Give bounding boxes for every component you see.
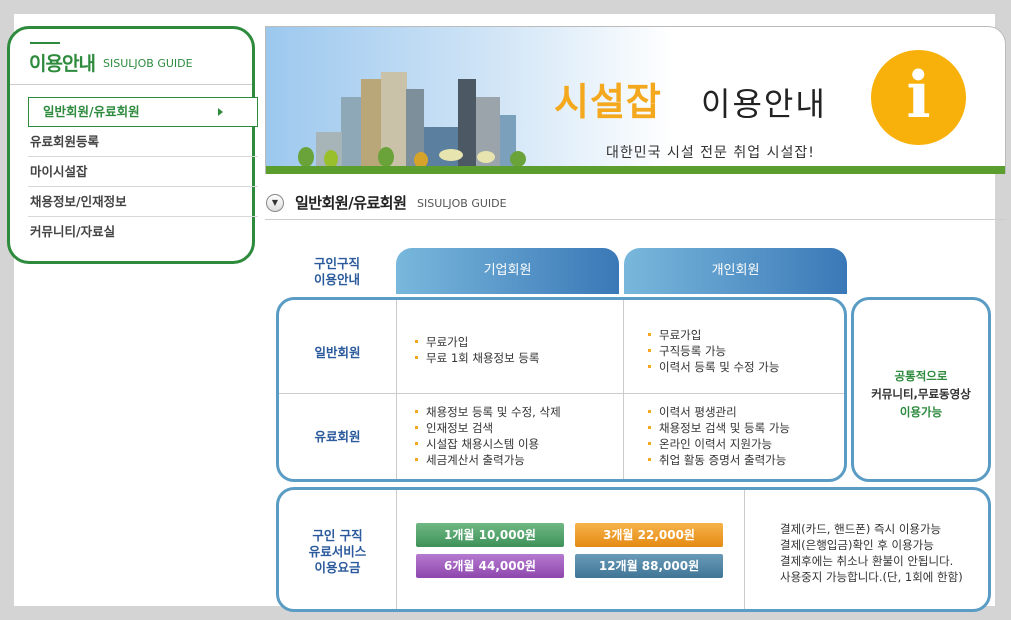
payment-note: 결제(카드, 핸드폰) 즉시 이용가능 bbox=[780, 522, 942, 536]
sidebar-item-paid-registration[interactable]: 유료회원등록 bbox=[28, 127, 258, 157]
guide-banner: 시설잡 이용안내 대한민국 시설 전문 취업 시설잡! i bbox=[265, 26, 1006, 174]
header-label-line2: 이용안내 bbox=[313, 272, 360, 287]
plan-1-month-button[interactable]: 1개월 10,000원 bbox=[416, 523, 564, 547]
pricing-label-line3: 이용요금 bbox=[314, 560, 361, 575]
row-label-general: 일반회원 bbox=[314, 345, 361, 360]
info-icon: i bbox=[871, 50, 966, 145]
section-title: 일반회원/유료회원 bbox=[295, 194, 407, 212]
common-line1: 공통적으로 bbox=[894, 369, 948, 383]
sidebar-item-my-sisuljob[interactable]: 마이시설잡 bbox=[28, 157, 258, 187]
column-divider bbox=[396, 300, 397, 479]
pricing-label-line1: 구인 구직 bbox=[312, 528, 363, 543]
common-line2: 커뮤니티,무료동영상 bbox=[871, 387, 971, 401]
sidebar-item-general-paid[interactable]: 일반회원/유료회원 bbox=[28, 97, 258, 127]
list-item: 온라인 이력서 지원가능 bbox=[648, 436, 790, 452]
banner-ground-strip bbox=[266, 166, 1005, 174]
pricing-table: 구인 구직 유료서비스 이용요금 1개월 10,000원 3개월 22,000원… bbox=[276, 487, 991, 612]
list-item: 구직등록 가능 bbox=[648, 343, 779, 359]
sidebar-item-label: 채용정보/인재정보 bbox=[30, 194, 127, 209]
list-item: 시설잡 채용시스템 이용 bbox=[415, 436, 561, 452]
payment-note: 사용중지 가능합니다.(단, 1회에 한함) bbox=[780, 570, 963, 584]
tab-corporate-member: 기업회원 bbox=[396, 248, 619, 294]
payment-note: 결제(은행입금)확인 후 이용가능 bbox=[780, 538, 934, 552]
city-skyline-illustration bbox=[298, 72, 526, 168]
guide-table-header-label: 구인구직 이용안내 bbox=[296, 256, 378, 288]
sidebar-accent-bar bbox=[30, 42, 60, 44]
tab-individual-member: 개인회원 bbox=[624, 248, 847, 294]
general-individual-list: 무료가입 구직등록 가능 이력서 등록 및 수정 가능 bbox=[648, 327, 779, 375]
list-item: 취업 활동 증명서 출력가능 bbox=[648, 452, 790, 468]
list-item: 무료가입 bbox=[415, 334, 540, 350]
section-subtitle: SISULJOB GUIDE bbox=[417, 197, 507, 210]
membership-table: 일반회원 무료가입 무료 1회 채용정보 등록 무료가입 구직등록 가능 이력서… bbox=[276, 297, 847, 482]
list-item: 세금계산서 출력가능 bbox=[415, 452, 561, 468]
plan-6-month-button[interactable]: 6개월 44,000원 bbox=[416, 554, 564, 578]
row-divider bbox=[279, 393, 844, 394]
list-item: 채용정보 검색 및 등록 가능 bbox=[648, 420, 790, 436]
sidebar-item-label: 커뮤니티/자료실 bbox=[30, 224, 116, 239]
info-icon-glyph: i bbox=[906, 58, 931, 133]
sidebar-item-label: 일반회원/유료회원 bbox=[43, 104, 140, 119]
paid-corporate-list: 채용정보 등록 및 수정, 삭제 인재정보 검색 시설잡 채용시스템 이용 세금… bbox=[415, 404, 561, 468]
sidebar-item-label: 마이시설잡 bbox=[30, 164, 88, 179]
common-benefits-box: 공통적으로 커뮤니티,무료동영상 이용가능 bbox=[851, 297, 991, 482]
payment-notes: 결제(카드, 핸드폰) 즉시 이용가능 결제(은행입금)확인 후 이용가능 결제… bbox=[780, 521, 963, 585]
list-item: 무료 1회 채용정보 등록 bbox=[415, 350, 540, 366]
arrow-right-icon bbox=[218, 108, 223, 116]
sidebar-subtitle: SISULJOB GUIDE bbox=[103, 57, 193, 70]
column-divider bbox=[623, 300, 624, 479]
chevron-down-icon[interactable]: ▼ bbox=[266, 194, 284, 212]
header-label-line1: 구인구직 bbox=[313, 256, 360, 271]
sidebar-item-community[interactable]: 커뮤니티/자료실 bbox=[28, 217, 258, 247]
paid-individual-list: 이력서 평생관리 채용정보 검색 및 등록 가능 온라인 이력서 지원가능 취업… bbox=[648, 404, 790, 468]
sidebar: 이용안내 SISULJOB GUIDE 일반회원/유료회원 유료회원등록 마이시… bbox=[7, 26, 258, 264]
payment-note: 결제후에는 취소나 환불이 안됩니다. bbox=[780, 554, 954, 568]
list-item: 무료가입 bbox=[648, 327, 779, 343]
column-divider bbox=[744, 490, 745, 609]
list-item: 이력서 등록 및 수정 가능 bbox=[648, 359, 779, 375]
column-divider bbox=[396, 490, 397, 609]
banner-subtitle: 대한민국 시설 전문 취업 시설잡! bbox=[606, 145, 815, 161]
plan-3-month-button[interactable]: 3개월 22,000원 bbox=[575, 523, 723, 547]
sidebar-divider bbox=[10, 84, 252, 85]
banner-title-highlight: 시설잡 bbox=[554, 80, 662, 124]
sidebar-title: 이용안내 bbox=[29, 53, 96, 75]
pricing-label: 구인 구직 유료서비스 이용요금 bbox=[279, 528, 396, 576]
common-line3: 이용가능 bbox=[899, 405, 943, 419]
section-heading: ▼ 일반회원/유료회원 SISULJOB GUIDE bbox=[265, 188, 1006, 220]
list-item: 이력서 평생관리 bbox=[648, 404, 790, 420]
general-corporate-list: 무료가입 무료 1회 채용정보 등록 bbox=[415, 334, 540, 366]
list-item: 채용정보 등록 및 수정, 삭제 bbox=[415, 404, 561, 420]
pricing-label-line2: 유료서비스 bbox=[308, 544, 367, 559]
sidebar-item-job-talent[interactable]: 채용정보/인재정보 bbox=[28, 187, 258, 217]
sidebar-item-label: 유료회원등록 bbox=[30, 134, 100, 149]
plan-12-month-button[interactable]: 12개월 88,000원 bbox=[575, 554, 723, 578]
row-label-paid: 유료회원 bbox=[314, 429, 361, 444]
sidebar-menu: 일반회원/유료회원 유료회원등록 마이시설잡 채용정보/인재정보 커뮤니티/자료… bbox=[28, 97, 258, 247]
banner-title: 이용안내 bbox=[701, 85, 827, 123]
list-item: 인재정보 검색 bbox=[415, 420, 561, 436]
